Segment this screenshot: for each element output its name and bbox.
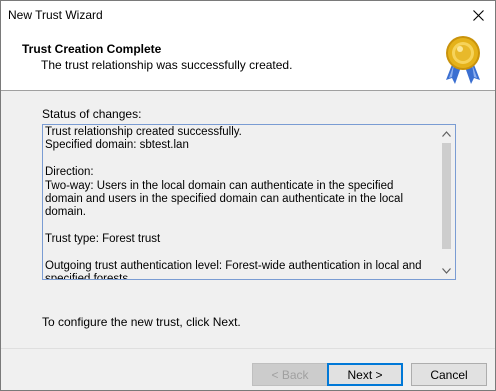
back-button[interactable]: < Back (252, 363, 328, 386)
chevron-up-icon (442, 130, 451, 137)
next-button[interactable]: Next > (327, 363, 403, 386)
status-text: Trust relationship created successfully.… (45, 126, 422, 280)
status-of-changes-label: Status of changes: (42, 107, 142, 121)
vertical-scrollbar[interactable] (438, 125, 455, 279)
scroll-thumb[interactable] (442, 143, 451, 249)
status-text-box[interactable]: Trust relationship created successfully.… (42, 124, 456, 280)
close-button[interactable] (461, 1, 495, 29)
page-title: Trust Creation Complete (22, 42, 162, 56)
award-medal-icon (446, 36, 480, 84)
cancel-button[interactable]: Cancel (411, 363, 487, 386)
button-bar-divider (1, 348, 495, 349)
next-instruction-text: To configure the new trust, click Next. (42, 315, 241, 329)
window-title: New Trust Wizard (8, 8, 103, 22)
wizard-header: Trust Creation Complete The trust relati… (1, 29, 495, 91)
page-subtitle: The trust relationship was successfully … (41, 58, 293, 72)
scroll-up-button[interactable] (438, 125, 455, 142)
scroll-down-button[interactable] (438, 262, 455, 279)
chevron-down-icon (442, 267, 451, 274)
close-icon (472, 9, 484, 21)
title-bar: New Trust Wizard (1, 1, 495, 29)
wizard-window: New Trust Wizard Trust Creation Complete… (0, 0, 496, 391)
